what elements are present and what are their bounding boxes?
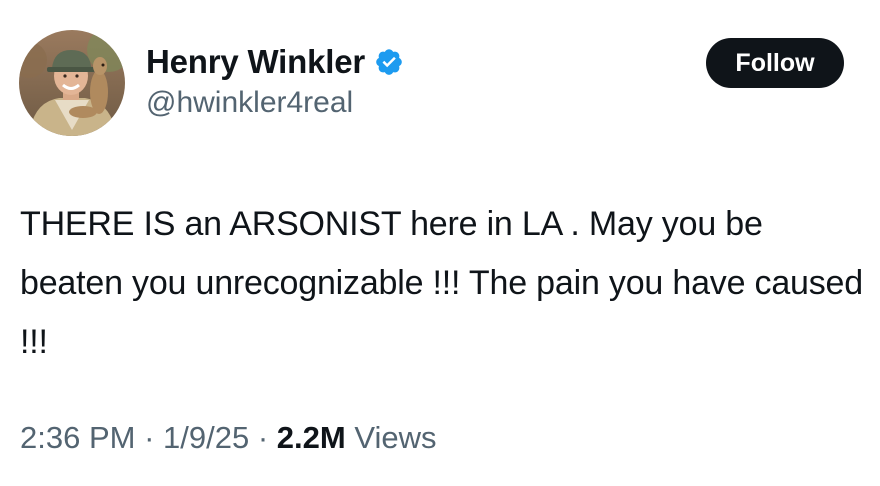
views-count: 2.2M [276, 420, 346, 455]
tweet-time[interactable]: 2:36 PM [20, 420, 135, 455]
verified-badge-icon [374, 47, 404, 77]
tweet-text: THERE IS an ARSONIST here in LA . May yo… [20, 205, 863, 361]
author-handle[interactable]: @hwinkler4real [146, 86, 353, 120]
tweet-date[interactable]: 1/9/25 [163, 420, 249, 455]
avatar[interactable] [19, 30, 125, 136]
tweet-card: Henry Winkler @hwinkler4real Follow THER… [0, 0, 880, 486]
follow-button[interactable]: Follow [706, 38, 844, 88]
tweet-meta: 2:36 PM · 1/9/25 · 2.2M Views [20, 420, 436, 456]
author-display-name[interactable]: Henry Winkler [146, 43, 365, 81]
meta-separator: · [249, 420, 277, 455]
avatar-photo [19, 30, 125, 136]
meta-separator: · [135, 420, 164, 455]
author-name-row: Henry Winkler [146, 38, 404, 86]
views-label: Views [354, 420, 437, 455]
